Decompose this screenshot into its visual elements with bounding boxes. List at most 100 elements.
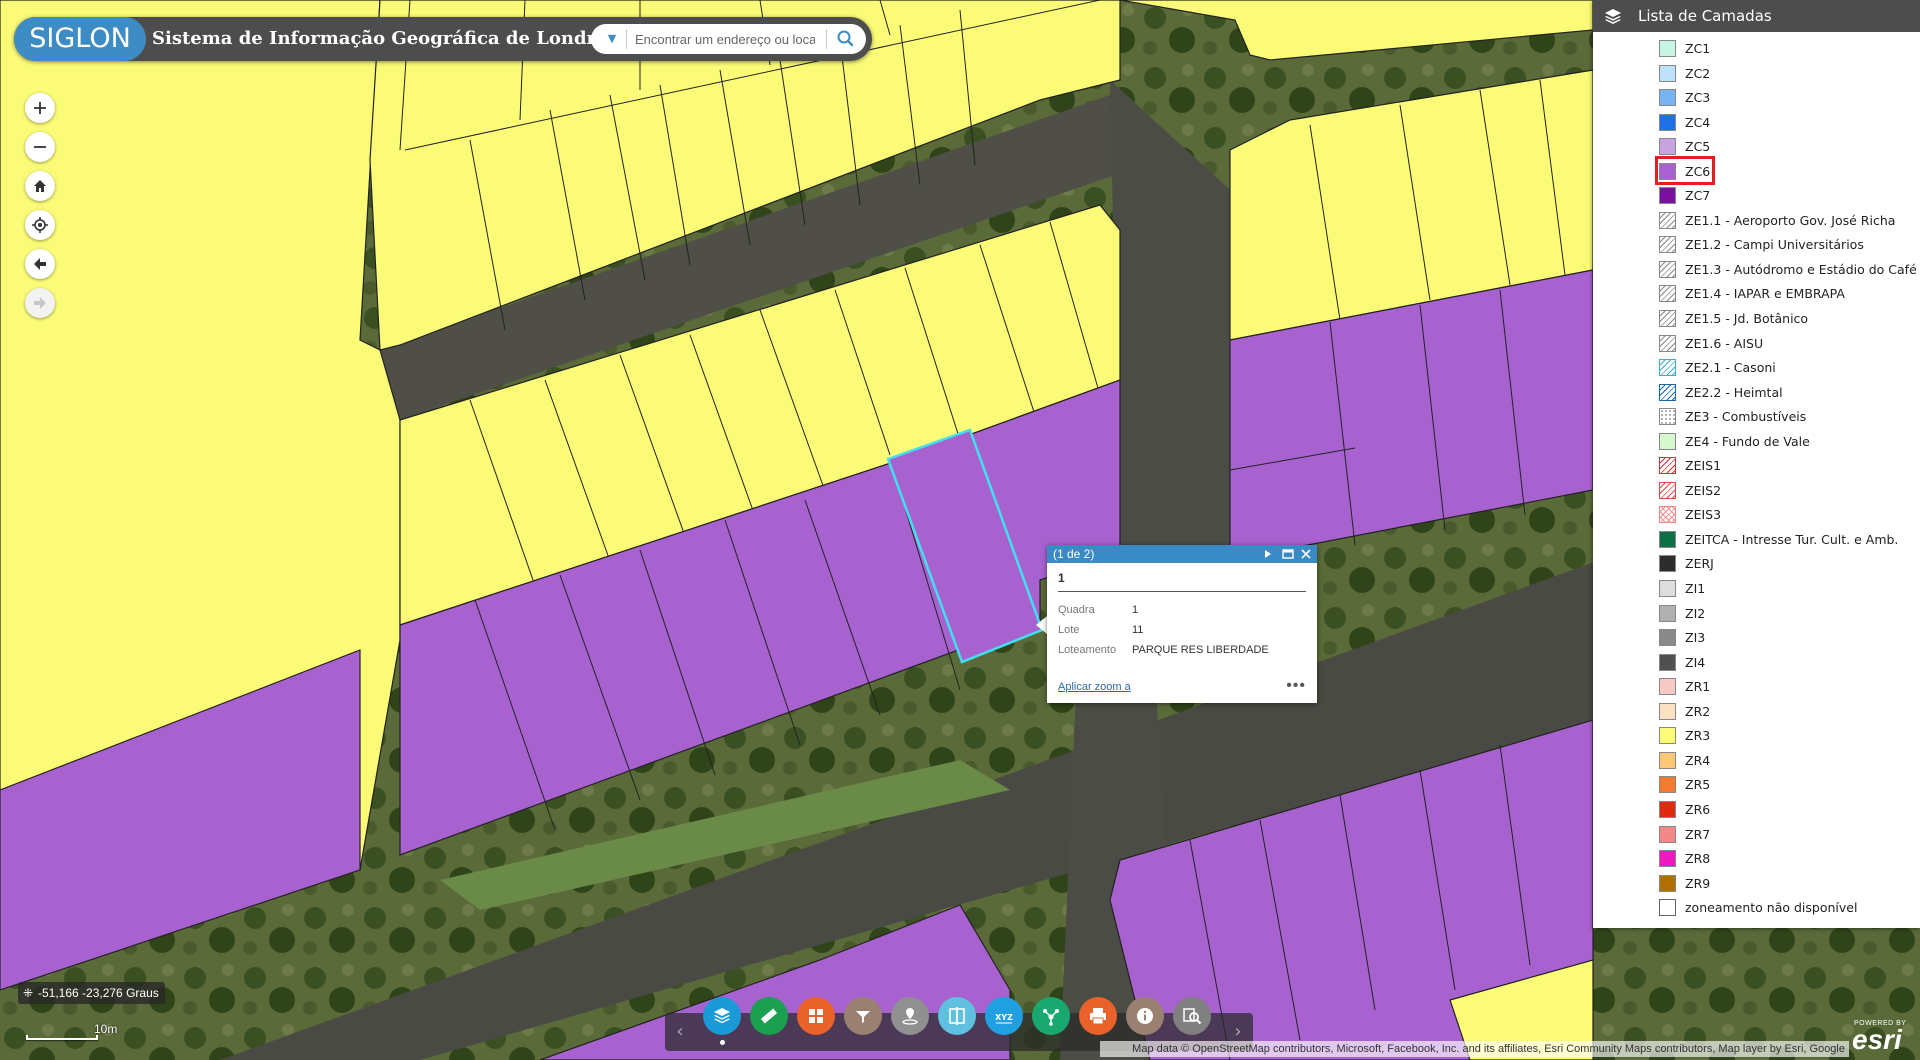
svg-text:XYZ: XYZ — [995, 1013, 1013, 1022]
popup-next-button[interactable] — [1259, 545, 1277, 563]
layer-item[interactable]: zoneamento não disponível — [1593, 896, 1920, 921]
map-pin-icon — [902, 1008, 918, 1025]
layer-item[interactable]: ZR1 — [1593, 675, 1920, 700]
esri-logo[interactable]: POWERED BY esri — [1852, 1020, 1916, 1056]
search-map-icon — [1183, 1008, 1202, 1025]
layers-icon — [1605, 9, 1621, 24]
layer-item[interactable]: ZE1.4 - IAPAR e EMBRAPA — [1593, 282, 1920, 307]
layer-swatch — [1659, 874, 1676, 892]
home-button[interactable] — [25, 171, 55, 201]
layer-item[interactable]: ZC7 — [1593, 184, 1920, 209]
search-source-dropdown[interactable]: ▼ — [600, 24, 624, 54]
popup-maximize-button[interactable] — [1279, 545, 1297, 563]
layer-item[interactable]: ZEITCA - Intresse Tur. Cult. e Amb. — [1593, 528, 1920, 553]
layer-item[interactable]: ZR5 — [1593, 773, 1920, 798]
layer-swatch — [1659, 850, 1676, 868]
layer-item[interactable]: ZEIS3 — [1593, 503, 1920, 528]
next-extent-button[interactable] — [25, 288, 55, 318]
measure-tool[interactable] — [750, 997, 788, 1035]
print-tool[interactable] — [1079, 997, 1117, 1035]
popup-title: 1 — [1058, 571, 1306, 592]
layer-item[interactable]: ZR8 — [1593, 847, 1920, 872]
close-icon — [1301, 549, 1311, 559]
layer-label: ZC3 — [1685, 90, 1711, 106]
search-button[interactable] — [831, 24, 861, 54]
active-tool-indicator — [720, 1040, 725, 1045]
locate-button[interactable] — [25, 210, 55, 240]
coordinates-display[interactable]: ⁜ -51,166 -23,276 Graus — [18, 982, 165, 1004]
layer-list-title: Lista de Camadas — [1638, 7, 1772, 25]
info-tool[interactable] — [1126, 997, 1164, 1035]
more-options-button[interactable]: ••• — [1286, 677, 1306, 695]
search-input[interactable] — [635, 29, 815, 49]
layer-item[interactable]: ZR6 — [1593, 798, 1920, 823]
previous-extent-button[interactable] — [25, 249, 55, 279]
layer-item[interactable]: ZE1.2 - Campi Universitários — [1593, 233, 1920, 258]
highlight-box — [1655, 156, 1715, 185]
scale-label: 10m — [94, 1022, 118, 1036]
layer-item[interactable]: ZR3 — [1593, 724, 1920, 749]
map-attribution: Map data © OpenStreetMap contributors, M… — [1100, 1041, 1849, 1057]
layer-item[interactable]: ZC6 — [1593, 160, 1920, 185]
layer-label: ZE2.2 - Heimtal — [1685, 384, 1783, 400]
printer-icon — [1090, 1008, 1106, 1025]
siglon-logo[interactable]: SIGLON — [14, 17, 146, 61]
layer-item[interactable]: ZR7 — [1593, 823, 1920, 848]
layer-label: ZC7 — [1685, 188, 1711, 204]
layer-item[interactable]: ZI4 — [1593, 651, 1920, 676]
layer-item[interactable]: ZE1.1 - Aeroporto Gov. José Richa — [1593, 209, 1920, 234]
layer-item[interactable]: ZEIS1 — [1593, 454, 1920, 479]
layer-item[interactable]: ZE3 - Combustíveis — [1593, 405, 1920, 430]
layer-label: ZC2 — [1685, 65, 1711, 81]
layer-item[interactable]: ZEIS2 — [1593, 479, 1920, 504]
layers-tool[interactable] — [703, 997, 741, 1035]
layer-item[interactable]: ZI1 — [1593, 577, 1920, 602]
layer-item[interactable]: ZC1 — [1593, 37, 1920, 62]
filter-tool[interactable] — [844, 997, 882, 1035]
popup-close-button[interactable] — [1297, 545, 1315, 563]
layer-item[interactable]: ZR4 — [1593, 749, 1920, 774]
toolbar-prev-button[interactable]: ‹ — [668, 1013, 692, 1051]
layer-swatch — [1659, 457, 1676, 475]
layer-item[interactable]: ZR9 — [1593, 872, 1920, 897]
layer-item[interactable]: ZE4 - Fundo de Vale — [1593, 430, 1920, 455]
swipe-tool[interactable] — [938, 997, 976, 1035]
layer-item[interactable]: ZI3 — [1593, 626, 1920, 651]
zoom-in-button[interactable] — [25, 93, 55, 123]
share-tool[interactable] — [1032, 997, 1070, 1035]
home-icon — [34, 180, 46, 192]
layer-item[interactable]: ZE1.5 - Jd. Botânico — [1593, 307, 1920, 332]
layer-label: ZE1.2 - Campi Universitários — [1685, 237, 1864, 253]
layer-swatch — [1659, 334, 1676, 352]
layer-swatch — [1659, 260, 1676, 278]
layer-label: ZE1.5 - Jd. Botânico — [1685, 311, 1809, 327]
layer-label: ZE2.1 - Casoni — [1685, 360, 1776, 376]
info-icon — [1137, 1008, 1153, 1024]
layer-item[interactable]: ZI2 — [1593, 602, 1920, 627]
layer-item[interactable]: ZC5 — [1593, 135, 1920, 160]
zoom-out-button[interactable] — [25, 132, 55, 162]
layer-item[interactable]: ZC3 — [1593, 86, 1920, 111]
layer-swatch — [1659, 138, 1676, 156]
layer-item[interactable]: ZE1.6 - AISU — [1593, 332, 1920, 357]
layer-swatch — [1659, 702, 1676, 720]
layer-item[interactable]: ZR2 — [1593, 700, 1920, 725]
zoom-to-link[interactable]: Aplicar zoom a — [1058, 681, 1131, 693]
layer-list-panel: Lista de Camadas ZC1 ZC2 ZC3 ZC4 ZC5 ZC6 ZC7 ZE… — [1593, 0, 1920, 928]
layer-item[interactable]: ZE2.1 - Casoni — [1593, 356, 1920, 381]
query-tool[interactable] — [1173, 997, 1211, 1035]
layer-swatch — [1659, 40, 1676, 57]
locate-tool[interactable] — [891, 997, 929, 1035]
layer-swatch — [1659, 678, 1676, 696]
play-icon — [1265, 550, 1271, 558]
site-title: Sistema de Informação Geográfica de Lond… — [152, 28, 628, 49]
layer-item[interactable]: ZE1.3 - Autódromo e Estádio do Café — [1593, 258, 1920, 283]
layer-item[interactable]: ZC4 — [1593, 111, 1920, 136]
layer-item[interactable]: ZC2 — [1593, 62, 1920, 87]
layer-item[interactable]: ZE2.2 - Heimtal — [1593, 381, 1920, 406]
layer-label: ZR3 — [1685, 728, 1711, 744]
layer-swatch — [1659, 408, 1676, 426]
layer-item[interactable]: ZERJ — [1593, 552, 1920, 577]
xyz-tool[interactable]: XYZ — [985, 997, 1023, 1035]
basemap-tool[interactable] — [797, 997, 835, 1035]
